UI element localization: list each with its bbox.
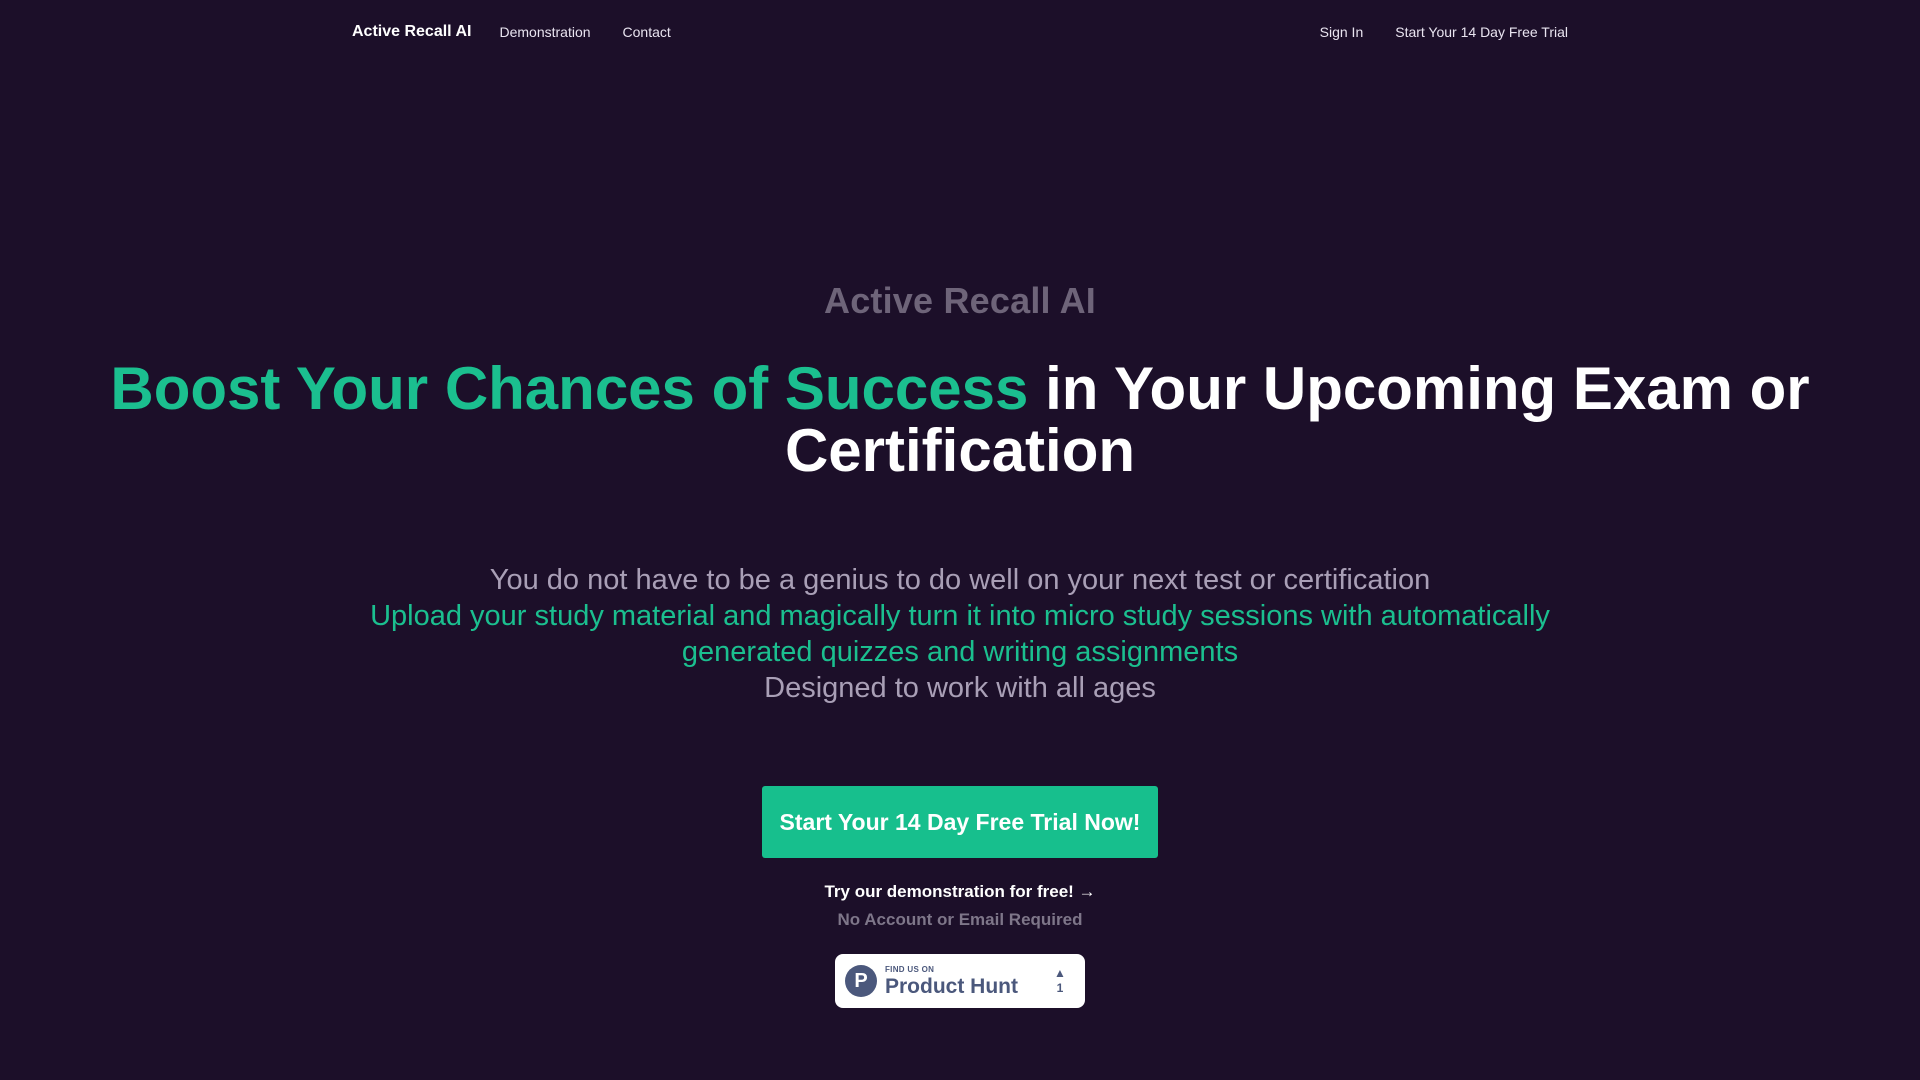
subcopy-line-3: Designed to work with all ages — [764, 672, 1156, 704]
headline-accent: Boost Your Chances of Success — [110, 355, 1029, 422]
hero-section: Active Recall AI Boost Your Chances of S… — [0, 280, 1920, 1008]
product-hunt-text: FIND US ON Product Hunt — [885, 964, 1047, 998]
hero-eyebrow: Active Recall AI — [824, 280, 1096, 321]
nav-left: Active Recall AI Demonstration Contact — [352, 23, 703, 41]
no-account-note: No Account or Email Required — [837, 910, 1083, 929]
nav-right: Sign In Start Your 14 Day Free Trial — [1288, 24, 1568, 40]
landing-page: Active Recall AI Demonstration Contact S… — [0, 0, 1920, 1080]
product-hunt-logo-icon: P — [845, 965, 877, 997]
brand-link[interactable]: Active Recall AI — [352, 23, 471, 41]
product-hunt-find-label: FIND US ON — [885, 964, 935, 974]
start-trial-button[interactable]: Start Your 14 Day Free Trial Now! — [762, 786, 1158, 858]
subcopy-line-2: Upload your study material and magically… — [370, 600, 1550, 668]
sign-in-link[interactable]: Sign In — [1320, 24, 1364, 40]
hero-headline: Boost Your Chances of Success in Your Up… — [0, 358, 1920, 482]
nav-trial-link[interactable]: Start Your 14 Day Free Trial — [1395, 24, 1568, 40]
nav-link-demonstration[interactable]: Demonstration — [499, 24, 590, 40]
product-hunt-name: Product Hunt — [885, 974, 1018, 998]
nav-link-contact[interactable]: Contact — [623, 24, 671, 40]
product-hunt-badge[interactable]: P FIND US ON Product Hunt ▲ 1 — [835, 954, 1085, 1008]
top-nav: Active Recall AI Demonstration Contact S… — [352, 0, 1568, 64]
subcopy-line-1: You do not have to be a genius to do wel… — [489, 564, 1431, 596]
upvote-count: 1 — [1056, 981, 1064, 995]
upvote-arrow-icon: ▲ — [1054, 966, 1066, 980]
hero-subcopy: You do not have to be a genius to do wel… — [0, 562, 1920, 706]
product-hunt-votes: ▲ 1 — [1047, 967, 1073, 995]
demo-link[interactable]: Try our demonstration for free! → — [0, 882, 1920, 902]
